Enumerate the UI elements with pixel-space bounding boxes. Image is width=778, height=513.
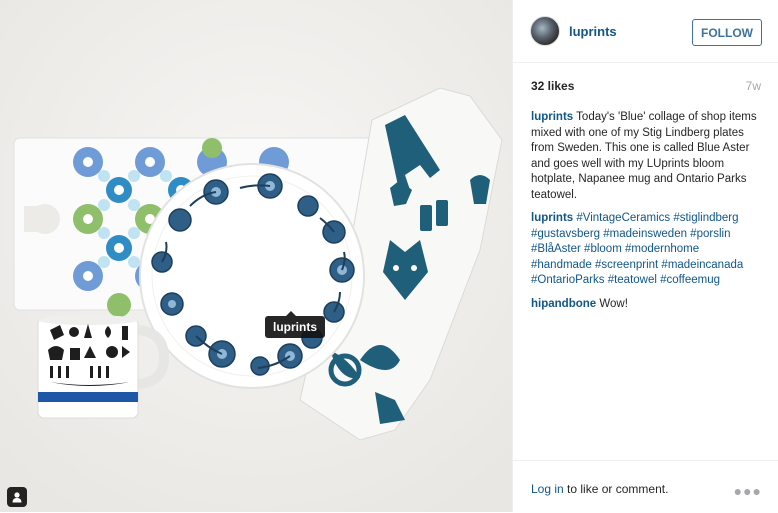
comment-username[interactable]: luprints	[531, 111, 573, 123]
post-photo[interactable]: luprints	[0, 0, 512, 512]
post-footer: Log in to like or comment. ●●●	[513, 460, 778, 513]
aster-plate	[139, 163, 365, 389]
instagram-post: luprints luprints FOLLOW 32 likes 7w lup…	[0, 0, 778, 512]
comment-text: Today's 'Blue' collage of shop items mix…	[531, 111, 757, 201]
photo-user-tag[interactable]: luprints	[265, 311, 325, 338]
comment-username[interactable]: luprints	[531, 212, 573, 224]
post-age[interactable]: 7w	[746, 79, 761, 93]
username-link[interactable]: luprints	[569, 24, 617, 39]
login-prompt-text: to like or comment.	[563, 482, 669, 496]
login-link[interactable]: Log in	[531, 482, 564, 496]
photo-illustration	[0, 0, 512, 512]
follow-button[interactable]: FOLLOW	[692, 19, 762, 46]
comment-item: luprints #VintageCeramics #stiglindberg …	[531, 211, 763, 289]
user-tag-icon[interactable]	[7, 487, 27, 507]
post-meta: 32 likes 7w	[531, 79, 761, 93]
ellipsis-icon[interactable]: ●●●	[734, 483, 762, 499]
comment-list: luprints Today's 'Blue' collage of shop …	[531, 110, 763, 320]
comment-username[interactable]: hipandbone	[531, 298, 596, 310]
post-sidebar: luprints FOLLOW 32 likes 7w luprints Tod…	[512, 0, 778, 512]
person-icon	[12, 492, 22, 503]
comment-item: hipandbone Wow!	[531, 297, 763, 313]
post-header: luprints FOLLOW	[513, 0, 778, 63]
likes-count[interactable]: 32 likes	[531, 79, 574, 93]
comment-item: luprints Today's 'Blue' collage of shop …	[531, 110, 763, 203]
avatar[interactable]	[530, 16, 560, 46]
comment-text: Wow!	[599, 297, 628, 310]
login-prompt: Log in to like or comment.	[531, 482, 668, 496]
